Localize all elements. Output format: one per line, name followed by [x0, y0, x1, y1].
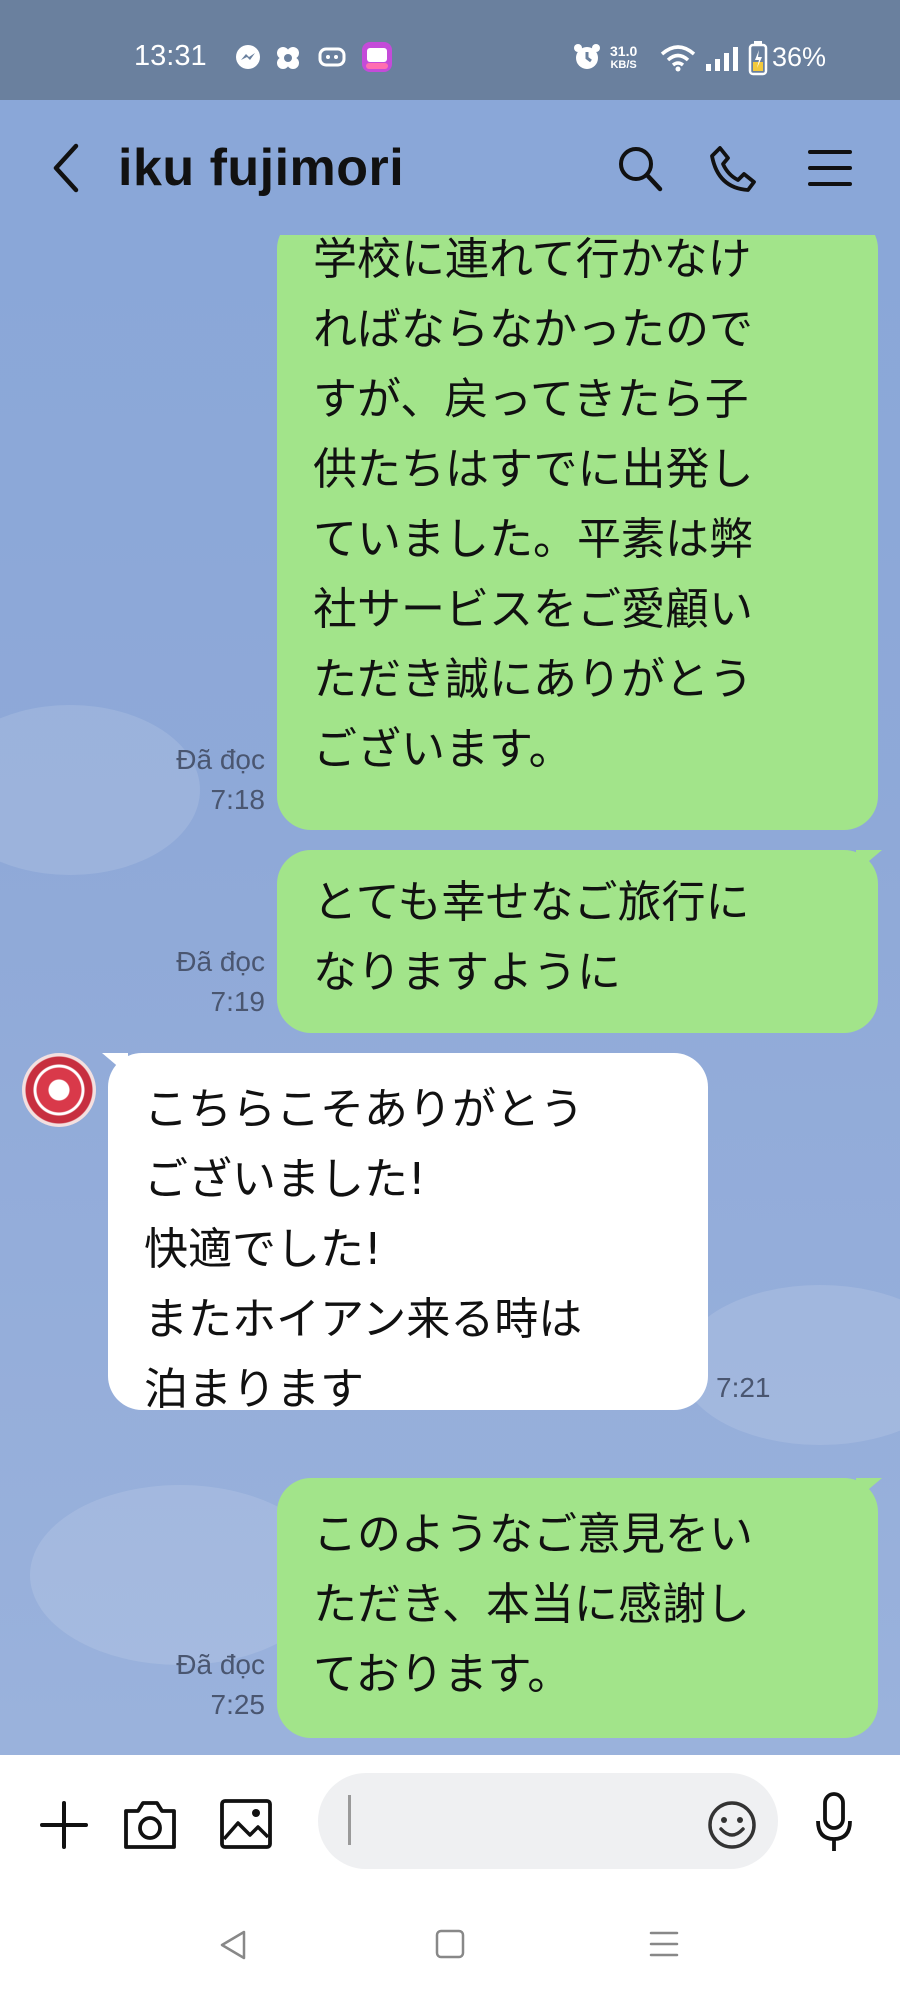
bubble-tail — [102, 1053, 128, 1075]
search-icon[interactable] — [616, 144, 664, 194]
message-text: こちらこそありがとう ございました! 快適でした! またホイアン来る時は 泊まり… — [144, 1084, 584, 1415]
chat-area[interactable]: 学校に連れて行かなけ ればならなかったので すが、戻ってきたら子 供たちはすでに… — [0, 235, 900, 1755]
message-time: 7:25 — [210, 1689, 266, 1720]
app-badge-icon — [362, 42, 392, 72]
game-icon — [318, 47, 346, 67]
message-meta: Đã đọc 7:25 — [130, 1645, 265, 1725]
back-icon[interactable] — [48, 142, 84, 194]
message-bubble-incoming[interactable]: こちらこそありがとう ございました! 快適でした! またホイアン来る時は 泊まり… — [102, 1053, 708, 1415]
message-time: 7:18 — [210, 784, 266, 815]
net-speed-unit: KB/S — [610, 59, 637, 71]
status-time: 13:31 — [134, 40, 207, 72]
alarm-icon — [574, 44, 600, 69]
messenger-icon — [236, 45, 260, 69]
image-icon[interactable] — [218, 1797, 274, 1851]
pinwheel-icon — [277, 47, 299, 69]
bubble-tail — [856, 850, 882, 872]
plus-icon[interactable] — [38, 1799, 90, 1851]
nav-recents-icon[interactable] — [648, 1928, 680, 1960]
wifi-icon — [660, 45, 696, 72]
phone-icon[interactable] — [708, 144, 758, 194]
message-time: 7:19 — [210, 986, 266, 1017]
message-bubble-outgoing[interactable]: 学校に連れて行かなけ ればならなかったので すが、戻ってきたら子 供たちはすでに… — [277, 235, 878, 830]
menu-icon[interactable] — [808, 146, 852, 190]
signal-icon — [706, 47, 738, 71]
status-bar: 13:31 31.0 KB/S 36% — [0, 0, 900, 100]
battery-icon — [748, 41, 768, 76]
message-meta: 7:21 — [716, 1368, 786, 1408]
net-speed-value: 31.0 — [610, 43, 638, 59]
message-meta: Đã đọc 7:19 — [130, 942, 265, 1022]
read-receipt: Đã đọc — [176, 1649, 265, 1680]
message-meta: Đã đọc 7:18 — [130, 740, 265, 820]
net-speed: 31.0 KB/S — [610, 44, 637, 72]
message-text: とても幸せなご旅行に なりますように — [313, 877, 750, 998]
nav-back-icon[interactable] — [218, 1928, 248, 1962]
avatar[interactable] — [22, 1053, 96, 1127]
read-receipt: Đã đọc — [176, 946, 265, 977]
camera-icon[interactable] — [122, 1797, 178, 1851]
nav-home-icon[interactable] — [434, 1928, 466, 1960]
message-bubble-outgoing[interactable]: とても幸せなご旅行に なりますように — [277, 850, 882, 1033]
battery-percent: 36% — [772, 42, 827, 72]
message-text: このようなご意見をい ただき、本当に感謝し ております。 — [313, 1509, 753, 1700]
input-bar — [0, 1755, 900, 1890]
read-receipt: Đã đọc — [176, 744, 265, 775]
bubble-tail — [856, 1478, 882, 1500]
mic-icon[interactable] — [814, 1791, 854, 1855]
chat-title[interactable]: iku fujimori — [118, 138, 404, 198]
message-text: 学校に連れて行かなけ ればならなかったので すが、戻ってきたら子 供たちはすでに… — [313, 235, 754, 775]
emoji-icon[interactable] — [706, 1799, 758, 1851]
message-time: 7:21 — [716, 1372, 771, 1403]
message-bubble-outgoing[interactable]: このようなご意見をい ただき、本当に感謝し ております。 — [277, 1478, 882, 1738]
chat-header: iku fujimori — [0, 100, 900, 235]
system-nav-bar — [0, 1890, 900, 2000]
text-caret — [348, 1795, 351, 1845]
